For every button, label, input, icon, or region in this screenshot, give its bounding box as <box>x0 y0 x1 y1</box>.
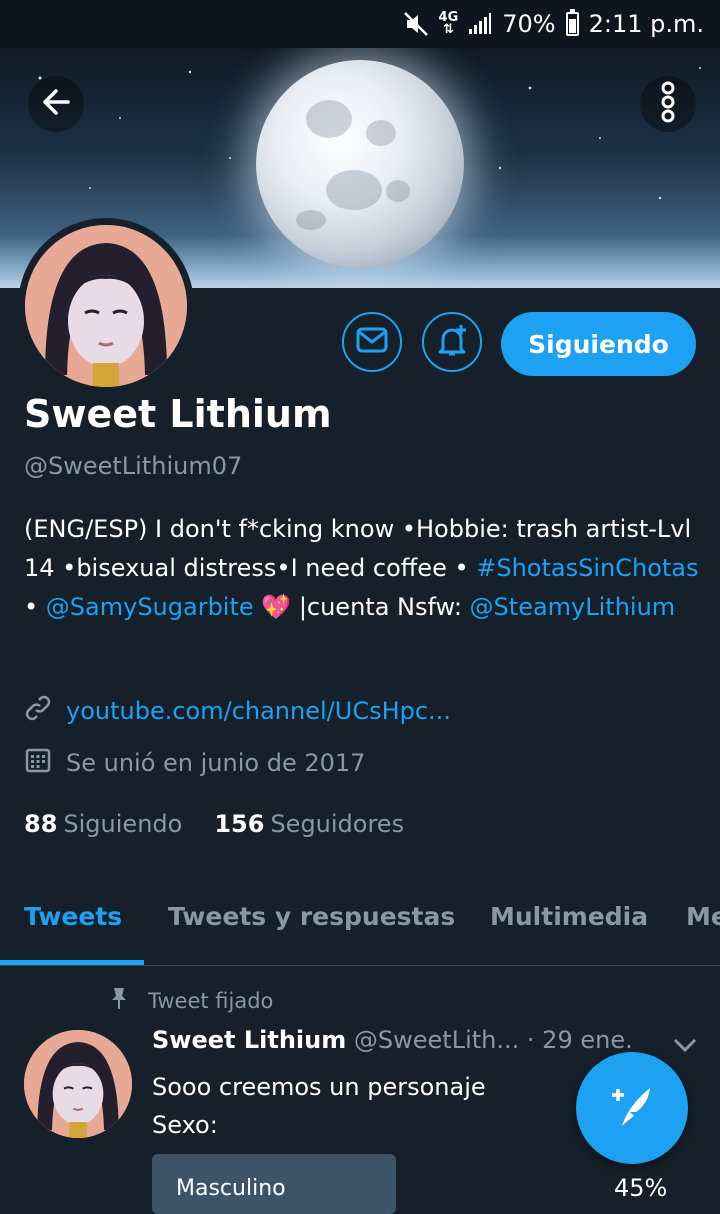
following-stat[interactable]: 88 Siguiendo <box>24 810 182 838</box>
network-type-icon: 4G ⇅ <box>438 10 459 37</box>
tweet-text-line: Sexo: <box>152 1111 218 1139</box>
profile-tabs: Tweets Tweets y respuestas Multimedia Me <box>0 884 720 966</box>
chevron-down-icon[interactable] <box>672 1036 698 1058</box>
tweet-text: Sooo creemos un personaje Sexo: <box>152 1068 486 1144</box>
tab-tweets-replies[interactable]: Tweets y respuestas <box>168 902 455 931</box>
feather-plus-icon <box>608 1082 656 1134</box>
pin-icon <box>108 986 130 1015</box>
bell-plus-icon <box>435 323 469 361</box>
tweet-dot: · <box>526 1026 535 1054</box>
mute-icon <box>403 11 429 37</box>
website-row[interactable]: youtube.com/channel/UCsHpc... <box>24 694 451 728</box>
status-bar: 4G ⇅ 70% 2:11 p.m. <box>0 0 720 48</box>
followers-stat[interactable]: 156 Seguidores <box>214 810 404 838</box>
joined-row: Se unió en junio de 2017 <box>24 746 365 780</box>
heart-emoji: 💖 <box>261 593 292 621</box>
joined-date: Se unió en junio de 2017 <box>66 749 366 777</box>
back-button[interactable] <box>28 76 84 132</box>
follow-stats: 88 Siguiendo 156 Seguidores <box>24 810 404 838</box>
tweet-handle: @SweetLith... <box>353 1026 520 1054</box>
tweet-date: 29 ene. <box>542 1026 633 1054</box>
poll-option-label: Masculino <box>176 1176 286 1201</box>
website-link[interactable]: youtube.com/channel/UCsHpc... <box>66 697 451 725</box>
notifications-button[interactable] <box>422 312 482 372</box>
pinned-tweet-label: Tweet fijado <box>148 988 274 1013</box>
tab-media[interactable]: Multimedia <box>490 902 648 931</box>
battery-icon <box>565 9 579 36</box>
profile-handle: @SweetLithium07 <box>24 452 243 480</box>
tweet-avatar[interactable] <box>24 1030 132 1138</box>
avatar <box>25 225 187 387</box>
bio-separator: • <box>24 593 46 621</box>
following-button[interactable]: Siguiendo <box>501 312 696 376</box>
link-icon <box>24 694 52 728</box>
tab-tweets[interactable]: Tweets <box>24 902 122 931</box>
poll-percent: 45% <box>614 1174 668 1202</box>
mail-icon <box>356 327 388 357</box>
hashtag-link[interactable]: #ShotasSinChotas <box>476 554 698 582</box>
more-options-button[interactable] <box>640 76 696 132</box>
profile-bio: (ENG/ESP) I don't f*cking know •Hobbie: … <box>24 510 704 627</box>
profile-name: Sweet Lithium <box>24 392 332 436</box>
clock: 2:11 p.m. <box>588 10 704 38</box>
poll-option[interactable]: Masculino <box>152 1154 396 1214</box>
compose-tweet-button[interactable] <box>576 1052 688 1164</box>
tweet-text-line: Sooo creemos un personaje <box>152 1073 486 1101</box>
tweet-header: Sweet Lithium @SweetLith... · 29 ene. <box>152 1026 672 1054</box>
signal-icon <box>468 13 492 35</box>
arrow-left-icon <box>38 84 74 124</box>
pinned-label-row: Tweet fijado <box>108 986 273 1015</box>
profile-avatar[interactable] <box>18 218 194 394</box>
mention-link[interactable]: @SteamyLithium <box>470 593 676 621</box>
message-button[interactable] <box>342 312 402 372</box>
tweet-author[interactable]: Sweet Lithium <box>152 1026 346 1054</box>
moon-image <box>256 60 464 268</box>
calendar-icon <box>24 746 52 780</box>
active-tab-indicator <box>0 960 144 965</box>
bio-text-2: |cuenta Nsfw: <box>291 593 470 621</box>
mention-link[interactable]: @SamySugarbite <box>46 593 254 621</box>
more-vertical-icon <box>658 80 678 128</box>
battery-percent: 70% <box>502 10 556 38</box>
tab-likes[interactable]: Me <box>686 902 720 931</box>
